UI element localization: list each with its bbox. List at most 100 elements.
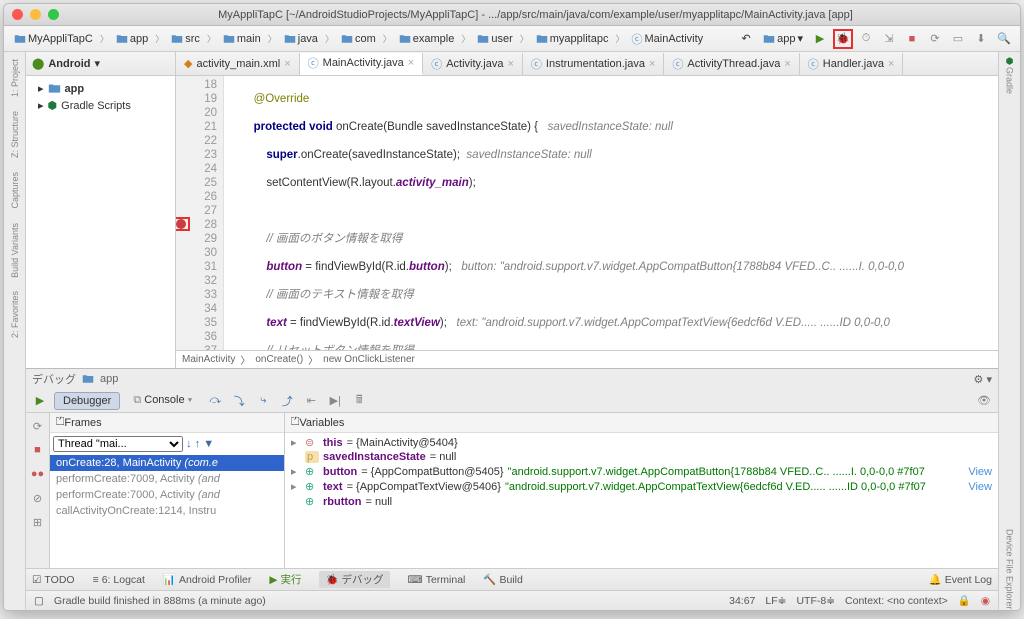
close-dot[interactable] (12, 9, 23, 20)
context[interactable]: Context: <no context> (845, 595, 948, 607)
code-body[interactable]: @Override protected void onCreate(Bundle… (224, 76, 998, 350)
step-into-icon[interactable]: ⤵ (229, 391, 249, 411)
logcat-tab[interactable]: ≡ 6: Logcat (93, 574, 145, 586)
terminal-tab[interactable]: ⌨ Terminal (408, 574, 466, 586)
next-frame-icon[interactable]: ↑ (195, 438, 201, 450)
todo-tab[interactable]: ☑ TODO (32, 574, 75, 586)
thread-select[interactable]: Thread "mai... (53, 436, 183, 452)
zoom-dot[interactable] (48, 9, 59, 20)
crumb-user[interactable]: user (473, 33, 516, 45)
var-row[interactable]: ▸⊜this = {MainActivity@5404} (287, 435, 996, 450)
strip-structure[interactable]: Z: Structure (10, 108, 20, 161)
nav-toolbar: MyAppliTapC〉 app〉 src〉 main〉 java〉 com〉 … (4, 26, 1020, 52)
rerun-icon[interactable]: ⟳ (28, 416, 48, 436)
sync-icon[interactable]: ⟳ (925, 29, 945, 49)
search-icon[interactable]: 🔍 (994, 29, 1014, 49)
view-link[interactable]: View (968, 481, 992, 493)
menu-toggle-icon[interactable]: ▢ (34, 595, 44, 607)
ecrumb-1[interactable]: onCreate() (255, 354, 303, 365)
frame-row[interactable]: onCreate:28, MainActivity (com.e (50, 455, 284, 471)
run-config[interactable]: app ▾ (759, 32, 807, 45)
tab-activity[interactable]: ⓒActivity.java× (423, 53, 523, 75)
right-toolstrip: ⬢ Gradle Device File Explorer (998, 52, 1020, 610)
run-to-cursor-icon[interactable]: ▶| (325, 391, 345, 411)
var-row[interactable]: psavedInstanceState = null (287, 450, 996, 464)
strip-gradle[interactable]: Gradle (1005, 67, 1015, 94)
debug-tab[interactable]: 🐞 デバッグ (319, 571, 389, 588)
var-row[interactable]: ▸⊕button = {AppCompatButton@5405} "andro… (287, 464, 996, 479)
run-tab[interactable]: ▶ 実行 (269, 572, 301, 587)
titlebar: MyAppliTapC [~/AndroidStudioProjects/MyA… (4, 4, 1020, 26)
tab-handler[interactable]: ⓒHandler.java× (800, 53, 904, 75)
strip-favorites[interactable]: 2: Favorites (10, 288, 20, 341)
step-over-icon[interactable]: ⤼ (205, 391, 225, 411)
gear-icon[interactable]: ⚙ ▾ (974, 373, 992, 386)
frame-row[interactable]: performCreate:7009, Activity (and (50, 471, 284, 487)
strip-project[interactable]: 1: Project (10, 56, 20, 100)
back-icon[interactable]: ↶ (736, 29, 756, 49)
encoding[interactable]: UTF-8≑ (796, 595, 835, 607)
tree-gradle[interactable]: ▸ ⬢ Gradle Scripts (32, 97, 169, 114)
crumb-main[interactable]: main (219, 33, 265, 45)
crumb-proj[interactable]: MyAppliTapC (10, 33, 97, 45)
crumb-example[interactable]: example (395, 33, 459, 45)
drop-frame-icon[interactable]: ⇤ (301, 391, 321, 411)
minimize-dot[interactable] (30, 9, 41, 20)
watches-icon[interactable]: 👁 (974, 391, 994, 411)
profile-icon[interactable]: ⏱ (856, 29, 876, 49)
ecrumb-0[interactable]: MainActivity (182, 354, 235, 365)
var-row[interactable]: ▸⊕text = {AppCompatTextView@5406} "andro… (287, 479, 996, 494)
variables-panel: ⏍ Variables ▸⊜this = {MainActivity@5404}… (285, 413, 998, 568)
project-tool: ⬤Android ▾ ▸ app ▸ ⬢ Gradle Scripts (26, 52, 176, 368)
filter-icon[interactable]: ▼ (203, 438, 214, 450)
caret-pos[interactable]: 34:67 (729, 595, 755, 607)
crumb-app[interactable]: app (112, 33, 152, 45)
var-row[interactable]: ⊕rbutton = null (287, 494, 996, 509)
strip-captures[interactable]: Captures (10, 169, 20, 212)
traffic-lights (12, 9, 59, 20)
ecrumb-2[interactable]: new OnClickListener (323, 354, 415, 365)
crumb-src[interactable]: src (167, 33, 204, 45)
crumb-java[interactable]: java (280, 33, 322, 45)
force-step-icon[interactable]: ⤷ (253, 391, 273, 411)
run-icon[interactable]: ▶ (810, 29, 830, 49)
console-tab[interactable]: ⧉ Console ▾ (124, 391, 201, 410)
crumb-com[interactable]: com (337, 33, 380, 45)
line-sep[interactable]: LF⁠≑ (765, 595, 786, 607)
gutter[interactable]: 18192021222324252627 28 2930313233343536… (176, 76, 224, 350)
breakpoint-icon[interactable] (176, 219, 186, 229)
sdk-icon[interactable]: ⬇ (971, 29, 991, 49)
debugger-tab[interactable]: Debugger (54, 392, 120, 410)
lock-icon[interactable]: 🔒 (958, 594, 971, 607)
tab-xml[interactable]: ◆activity_main.xml× (176, 53, 300, 75)
profiler-tab[interactable]: 📊 Android Profiler (163, 573, 251, 586)
hector-icon[interactable]: ◉ (981, 595, 990, 607)
gradle-strip-icon[interactable]: ⬢ (1006, 56, 1014, 67)
crumb-pkg[interactable]: myapplitapc (532, 33, 613, 45)
frame-row[interactable]: callActivityOnCreate:1214, Instru (50, 503, 284, 519)
tab-thread[interactable]: ⓒActivityThread.java× (664, 53, 799, 75)
strip-device[interactable]: Device File Explorer (1005, 529, 1015, 610)
tab-instr[interactable]: ⓒInstrumentation.java× (523, 53, 665, 75)
eventlog-tab[interactable]: 🔔 Event Log (929, 573, 992, 586)
strip-variants[interactable]: Build Variants (10, 220, 20, 281)
resume-icon[interactable]: ▶ (30, 391, 50, 411)
view-link[interactable]: View (968, 466, 992, 478)
step-out-icon[interactable]: ⤴ (277, 391, 297, 411)
prev-frame-icon[interactable]: ↓ (186, 438, 192, 450)
frame-row[interactable]: performCreate:7000, Activity (and (50, 487, 284, 503)
stop2-icon[interactable]: ■ (28, 440, 48, 460)
stop-icon[interactable]: ■ (902, 29, 922, 49)
debug-icon[interactable]: 🐞 (833, 29, 853, 49)
avd-icon[interactable]: ▭ (948, 29, 968, 49)
tab-main[interactable]: ⓒMainActivity.java× (300, 53, 424, 75)
evaluate-icon[interactable]: 🖩 (349, 391, 369, 411)
tree-app[interactable]: ▸ app (32, 80, 169, 97)
crumb-file[interactable]: ⓒMainActivity (627, 31, 707, 47)
attach-icon[interactable]: ⇲ (879, 29, 899, 49)
mute-bp-icon[interactable]: ⊘ (28, 488, 48, 508)
project-header[interactable]: ⬤Android ▾ (26, 52, 175, 76)
build-tab[interactable]: 🔨 Build (483, 573, 522, 586)
layout-icon[interactable]: ⊞ (28, 512, 48, 532)
bp-list-icon[interactable]: ●● (28, 464, 48, 484)
